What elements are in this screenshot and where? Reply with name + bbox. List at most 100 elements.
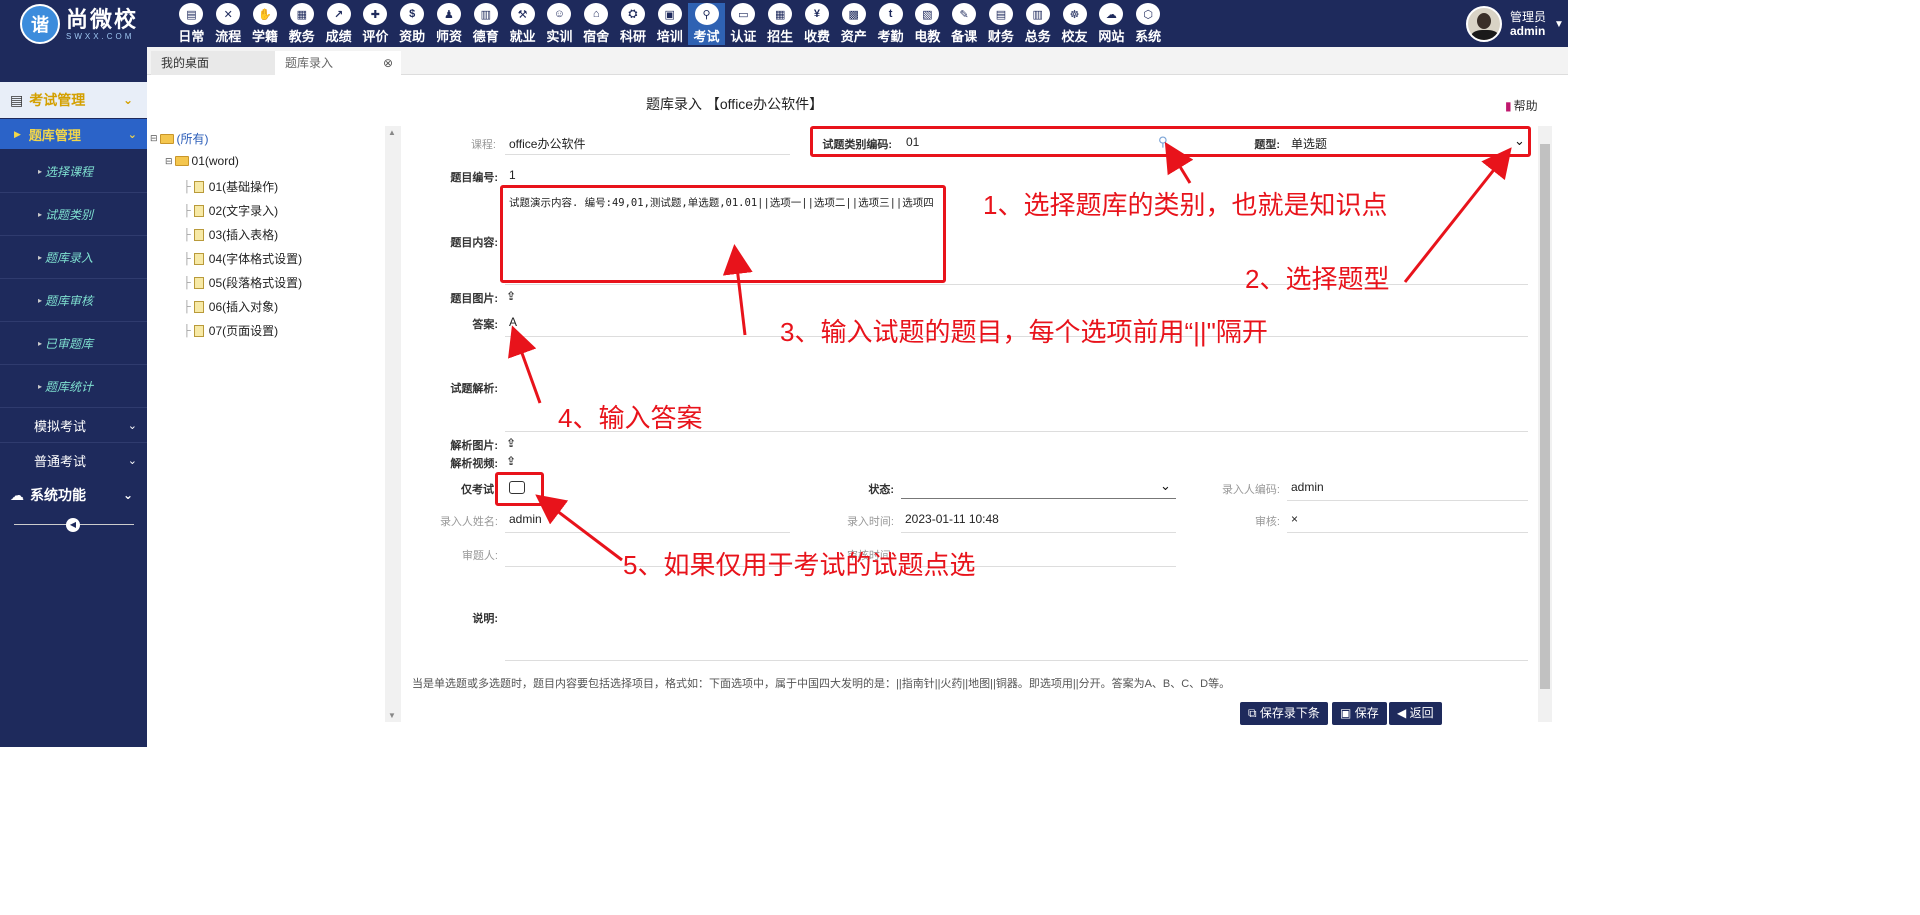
nav-item[interactable]: ▭ 认证 — [725, 3, 762, 45]
user-menu[interactable]: 管理员 admin ▼ — [1466, 6, 1564, 42]
nav-icon: ↗ — [326, 3, 351, 25]
document-icon — [193, 276, 204, 289]
nav-icon: t — [878, 3, 903, 25]
nav-label: 财务 — [987, 29, 1014, 44]
review-label: 审核: — [1254, 516, 1280, 528]
analysis-video-label: 解析视频: — [450, 458, 498, 470]
tree-scrollbar[interactable]: ▲ ▼ — [385, 126, 401, 722]
back-button[interactable]: ◀ 返回 — [1389, 702, 1442, 725]
nav-item[interactable]: ♟ 师资 — [431, 3, 468, 45]
nav-item[interactable]: ✕ 流程 — [210, 3, 247, 45]
sidebar-section-system[interactable]: ☁ 系统功能 ⌄ — [0, 477, 147, 513]
nav-item[interactable]: ☸ 校友 — [1056, 3, 1093, 45]
question-number-value: 1 — [509, 168, 516, 182]
nav-item[interactable]: ▤ 财务 — [983, 3, 1020, 45]
nav-label: 总务 — [1024, 29, 1051, 44]
nav-item[interactable]: ▦ 教务 — [283, 3, 320, 45]
chevron-down-icon[interactable]: ⌄ — [123, 488, 133, 502]
upload-icon[interactable]: ⇪ — [506, 436, 516, 450]
sidebar-group-label: 题库管理 — [28, 127, 81, 143]
nav-icon: $ — [400, 3, 425, 25]
tree-root[interactable]: ⊟ (所有) — [150, 130, 209, 147]
tab-desktop[interactable]: 我的桌面 — [151, 51, 275, 75]
sidebar-group-normal[interactable]: 普通考试 ⌄ — [0, 443, 147, 477]
chevron-down-icon[interactable]: ▼ — [1554, 19, 1564, 30]
tree-item[interactable]: ├ 01(基础操作) — [183, 178, 278, 195]
answer-field[interactable]: A — [509, 315, 517, 329]
nav-item[interactable]: ▣ 培训 — [651, 3, 688, 45]
save-button[interactable]: ▣ 保存 — [1332, 702, 1387, 725]
tree-item[interactable]: ├ 07(页面设置) — [183, 322, 278, 339]
nav-item[interactable]: ▦ 招生 — [762, 3, 799, 45]
arrow-left-icon: ◀ — [1397, 706, 1407, 720]
sidebar-item-label: 题库统计 — [45, 379, 94, 394]
tree-item[interactable]: ├ 06(插入对象) — [183, 298, 278, 315]
nav-item[interactable]: ▥ 总务 — [1019, 3, 1056, 45]
close-icon[interactable]: ⊗ — [383, 51, 393, 75]
tree-folder[interactable]: ⊟ 01(word) — [165, 154, 239, 168]
nav-item[interactable]: ✋ 学籍 — [247, 3, 284, 45]
sidebar-group-label: 普通考试 — [34, 453, 87, 469]
sidebar-section-exam[interactable]: ▤ 考试管理 ⌄ — [0, 82, 147, 118]
sidebar-item[interactable]: 题库统计 — [0, 365, 147, 408]
help-link[interactable]: ▮ 帮助 — [1505, 97, 1538, 114]
nav-item[interactable]: ▩ 资产 — [835, 3, 872, 45]
collapse-icon[interactable]: ◀ — [66, 518, 80, 532]
tree-item[interactable]: ├ 03(插入表格) — [183, 226, 278, 243]
nav-item[interactable]: ☺ 实训 — [541, 3, 578, 45]
nav-item[interactable]: ↗ 成绩 — [320, 3, 357, 45]
chevron-down-icon[interactable]: ⌄ — [123, 93, 133, 107]
nav-label: 日常 — [178, 29, 205, 44]
nav-icon: ✕ — [216, 3, 241, 25]
sidebar-item[interactable]: 已审题库 — [0, 322, 147, 365]
chevron-down-icon[interactable]: ⌄ — [128, 454, 137, 467]
annotation-box-exam-only — [495, 472, 544, 506]
logo-mark: 谐 — [20, 4, 60, 44]
nav-item[interactable]: ✚ 评价 — [357, 3, 394, 45]
nav-icon: ⚲ — [694, 3, 719, 25]
nav-item[interactable]: ⚲ 考试 — [688, 3, 725, 45]
sidebar-item[interactable]: 题库审核 — [0, 279, 147, 322]
help-label: 帮助 — [1513, 99, 1538, 113]
annotation-arrow — [508, 325, 542, 404]
save-and-next-button[interactable]: ⧉ 保存录下条 — [1240, 702, 1328, 725]
tree-item[interactable]: ├ 05(段落格式设置) — [183, 274, 302, 291]
upload-icon[interactable]: ⇪ — [506, 454, 516, 468]
nav-icon: ▦ — [768, 3, 793, 25]
nav-item[interactable]: ⌂ 宿舍 — [578, 3, 615, 45]
nav-item[interactable]: ☁ 网站 — [1093, 3, 1130, 45]
nav-item[interactable]: ¥ 收费 — [799, 3, 836, 45]
sidebar-group-bank[interactable]: ▶ 题库管理 ⌄ — [0, 119, 147, 149]
sidebar-group-mock[interactable]: 模拟考试 ⌄ — [0, 409, 147, 443]
nav-item[interactable]: ⛭ 科研 — [615, 3, 652, 45]
sidebar-item[interactable]: 试题类别 — [0, 193, 147, 236]
nav-item[interactable]: ▤ 日常 — [173, 3, 210, 45]
annotation-text-5: 5、如果仅用于考试的试题点选 — [623, 550, 976, 580]
nav-item[interactable]: ✎ 备课 — [946, 3, 983, 45]
tree-item[interactable]: ├ 04(字体格式设置) — [183, 250, 302, 267]
nav-item[interactable]: ▥ 德育 — [467, 3, 504, 45]
nav-label: 成绩 — [325, 29, 352, 44]
entry-name-label: 录入人姓名: — [439, 516, 498, 528]
annotation-arrow — [1403, 147, 1512, 283]
nav-item[interactable]: ⚒ 就业 — [504, 3, 541, 45]
nav-icon: ⌂ — [584, 3, 609, 25]
scrollbar-thumb[interactable] — [1540, 144, 1550, 689]
nav-item[interactable]: t 考勤 — [872, 3, 909, 45]
nav-item[interactable]: ⬡ 系统 — [1130, 3, 1167, 45]
avatar[interactable] — [1466, 6, 1502, 42]
chevron-down-icon[interactable]: ⌄ — [1160, 478, 1171, 494]
chevron-down-icon[interactable]: ⌄ — [128, 128, 137, 141]
chevron-down-icon[interactable]: ⌄ — [128, 419, 137, 432]
upload-icon[interactable]: ⇪ — [506, 289, 516, 303]
tree-item[interactable]: ├ 02(文字录入) — [183, 202, 278, 219]
sidebar-item[interactable]: 选择课程 — [0, 150, 147, 193]
annotation-text-1: 1、选择题库的类别，也就是知识点 — [983, 190, 1388, 220]
nav-item[interactable]: $ 资助 — [394, 3, 431, 45]
tab-question-entry[interactable]: 题库录入 ⊗ — [275, 51, 401, 75]
annotation-box-category-type — [810, 126, 1531, 157]
logo[interactable]: 谐 尚微校 SWXX.COM — [20, 4, 138, 44]
sidebar-item[interactable]: 题库录入 — [0, 236, 147, 279]
nav-item[interactable]: ▧ 电教 — [909, 3, 946, 45]
nav-label: 考试 — [693, 29, 720, 44]
